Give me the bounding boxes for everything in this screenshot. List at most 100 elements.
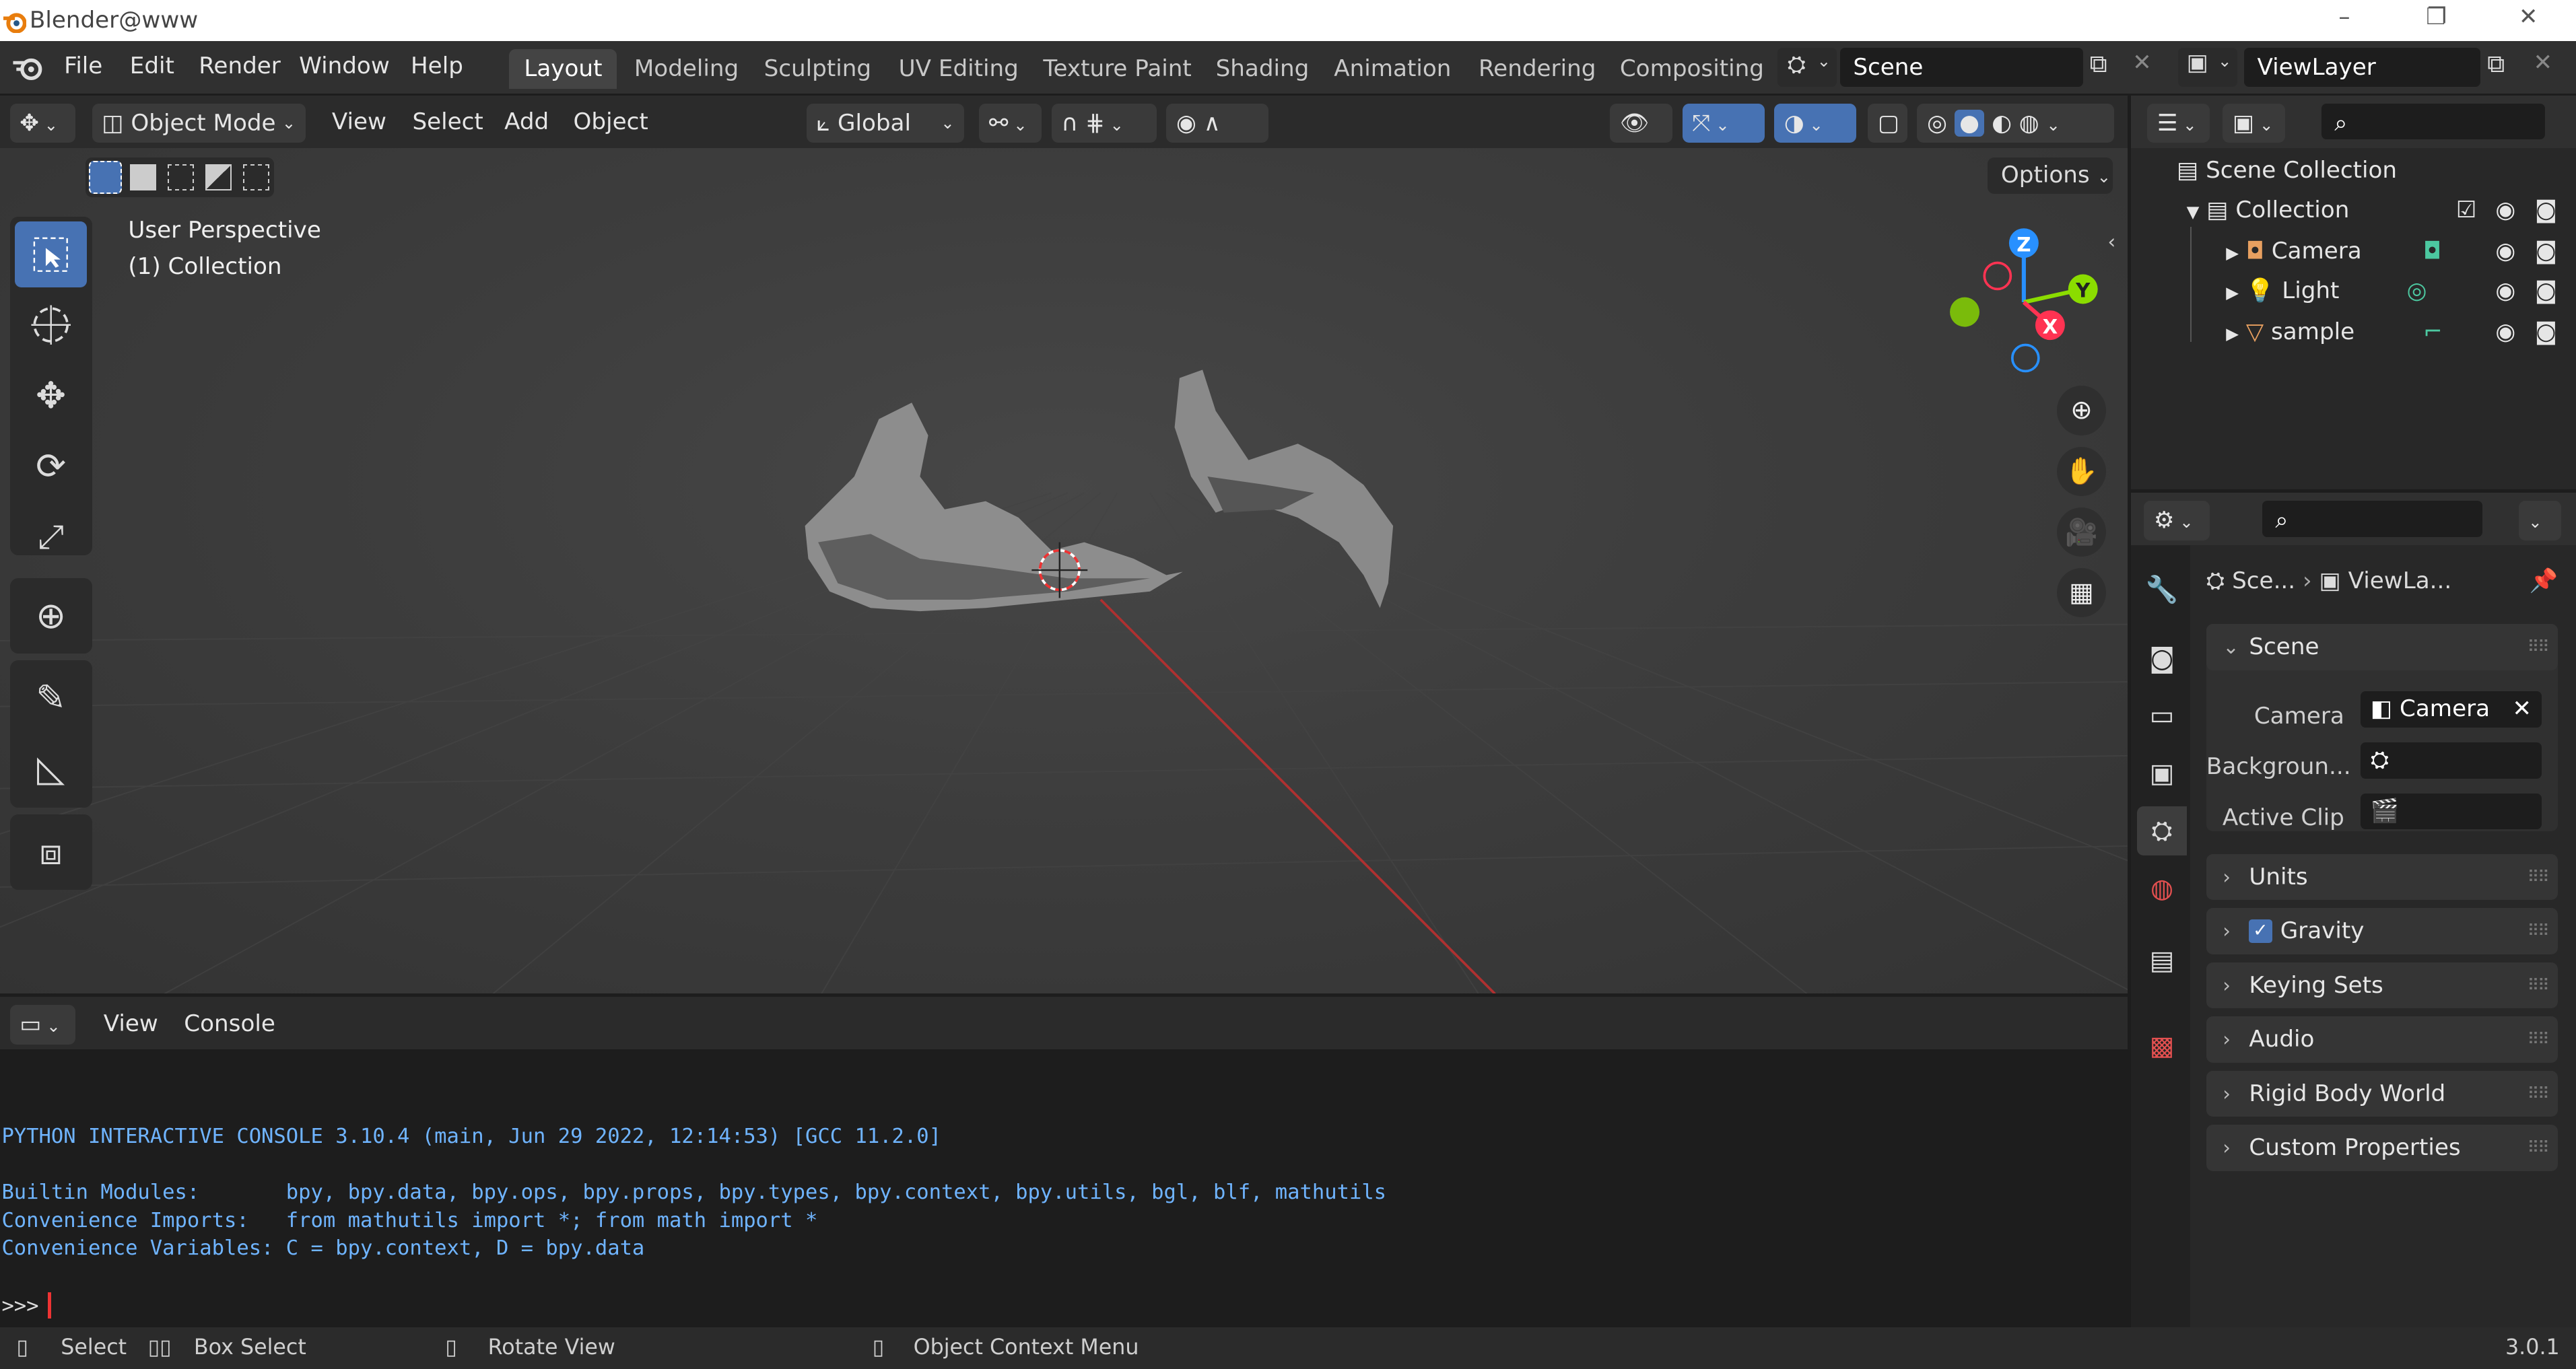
viewport-menu-view[interactable]: View bbox=[332, 108, 386, 135]
display-mode-button[interactable]: ▣ ⌄ bbox=[2223, 103, 2286, 143]
expand-right-icon[interactable]: ▶ bbox=[2226, 243, 2239, 262]
custom-properties-panel[interactable]: › Custom Properties ⠿⠿ bbox=[2206, 1125, 2558, 1171]
render-camera-icon[interactable]: ◙ bbox=[2535, 312, 2557, 352]
rendered-shading-icon[interactable]: ◍ bbox=[2019, 110, 2039, 137]
scene-panel-header[interactable]: ⌄ Scene ⠿⠿ bbox=[2206, 624, 2558, 670]
viewlayer-name-field[interactable]: ViewLayer bbox=[2244, 47, 2481, 87]
pin-icon[interactable]: 📌 bbox=[2530, 561, 2558, 601]
tab-modeling[interactable]: Modeling bbox=[619, 49, 753, 89]
console-prompt[interactable]: >>> bbox=[1, 1294, 50, 1318]
drag-grip-icon[interactable]: ⠿⠿ bbox=[2528, 1125, 2550, 1170]
properties-editor-type-button[interactable]: ⚙ ⌄ bbox=[2144, 501, 2210, 540]
shading-mode-buttons[interactable]: ◎ ● ◐ ◍ ⌄ bbox=[1917, 103, 2115, 143]
minimize-icon[interactable]: – bbox=[2326, 3, 2363, 30]
expand-right-icon[interactable]: ▶ bbox=[2226, 283, 2239, 302]
viewlayer-selector-button[interactable]: ▣ ⌄ bbox=[2178, 47, 2238, 87]
editor-type-button[interactable]: ✥ ⌄ bbox=[9, 103, 76, 143]
tab-world[interactable]: ◍ bbox=[2137, 864, 2186, 913]
drag-grip-icon[interactable]: ⠿⠿ bbox=[2528, 854, 2550, 900]
scene-name-field[interactable]: Scene bbox=[1839, 47, 2083, 87]
selection-mode-buttons[interactable] bbox=[85, 157, 275, 197]
console-menu-view[interactable]: View bbox=[104, 1010, 158, 1037]
overlays-toggle-button[interactable]: ◑ ⌄ bbox=[1774, 103, 1857, 143]
delete-viewlayer-icon[interactable]: ✕ bbox=[2533, 49, 2552, 76]
snap-button[interactable]: ∩ ⋕ ⌄ bbox=[1051, 103, 1157, 143]
tab-shading[interactable]: Shading bbox=[1201, 49, 1324, 89]
tab-view-layer[interactable]: ▣ bbox=[2137, 749, 2186, 798]
menu-edit[interactable]: Edit bbox=[130, 52, 174, 79]
options-dropdown[interactable]: Options ⌄ bbox=[1988, 157, 2113, 194]
tool-transform[interactable]: ⊕ bbox=[15, 583, 87, 649]
tool-rotate[interactable]: ⟳ bbox=[15, 433, 87, 499]
ortho-toggle-button[interactable]: ▦ bbox=[2056, 568, 2107, 618]
delete-scene-icon[interactable]: ✕ bbox=[2132, 49, 2152, 76]
tool-add-cube[interactable]: ⧈ bbox=[15, 820, 87, 886]
eye-icon[interactable]: ◉ bbox=[2495, 190, 2515, 230]
select-intersect-icon[interactable] bbox=[243, 164, 270, 190]
tab-texture[interactable]: ▩ bbox=[2137, 1022, 2186, 1071]
tool-move[interactable]: ✥ bbox=[15, 363, 87, 429]
outliner-search-input[interactable]: ⌕ bbox=[2321, 103, 2545, 140]
render-camera-icon[interactable]: ◙ bbox=[2535, 190, 2557, 230]
camera-prop-field[interactable]: ◧ Camera ✕ bbox=[2361, 691, 2542, 728]
keying-sets-panel[interactable]: › Keying Sets ⠿⠿ bbox=[2206, 962, 2558, 1009]
menu-help[interactable]: Help bbox=[411, 52, 463, 79]
gravity-checkbox[interactable]: ✓ bbox=[2249, 919, 2272, 943]
render-camera-icon[interactable]: ◙ bbox=[2535, 232, 2557, 271]
material-shading-icon[interactable]: ◐ bbox=[1992, 110, 2012, 137]
tab-layout[interactable]: Layout bbox=[509, 49, 617, 89]
tab-animation[interactable]: Animation bbox=[1319, 49, 1466, 89]
background-prop-field[interactable]: ⛭ bbox=[2361, 742, 2542, 779]
tab-uv-editing[interactable]: UV Editing bbox=[884, 49, 1033, 89]
console-editor-type-button[interactable]: ▭ ⌄ bbox=[9, 1005, 76, 1045]
console-menu-console[interactable]: Console bbox=[184, 1010, 275, 1037]
visibility-button[interactable]: 👁 bbox=[1610, 103, 1672, 143]
audio-panel[interactable]: › Audio ⠿⠿ bbox=[2206, 1016, 2558, 1063]
outliner-editor-type-button[interactable]: ☰ ⌄ bbox=[2147, 103, 2210, 143]
zoom-button[interactable]: ⊕ bbox=[2056, 386, 2107, 435]
scene-selector-button[interactable]: ⛭ ⌄ bbox=[1777, 47, 1837, 87]
rigid-body-world-panel[interactable]: › Rigid Body World ⠿⠿ bbox=[2206, 1070, 2558, 1117]
render-camera-icon[interactable]: ◙ bbox=[2535, 271, 2557, 311]
tab-scene[interactable]: ⛭ bbox=[2137, 806, 2187, 856]
outliner-row-collection[interactable]: ▼ ▤ Collection ☑ ◉ ◙ bbox=[2187, 190, 2565, 230]
outliner-row-camera[interactable]: ▶ ◘ Camera ◘ ◉ ◙ bbox=[2226, 232, 2565, 271]
3d-viewport[interactable]: Options ⌄ User Perspective (1) Collectio… bbox=[0, 147, 2128, 994]
properties-search-input[interactable]: ⌕ bbox=[2262, 501, 2482, 537]
eye-icon[interactable]: ◉ bbox=[2495, 312, 2515, 352]
viewport-menu-object[interactable]: Object bbox=[574, 108, 648, 135]
checkbox-icon[interactable]: ☑ bbox=[2456, 190, 2477, 230]
active-clip-prop-field[interactable]: 🎬 bbox=[2361, 793, 2542, 830]
select-extend-icon[interactable] bbox=[129, 164, 156, 190]
tab-texture-paint[interactable]: Texture Paint bbox=[1028, 49, 1206, 89]
drag-grip-icon[interactable]: ⠿⠿ bbox=[2528, 1071, 2550, 1117]
sidebar-toggle-icon[interactable]: ‹ bbox=[2108, 230, 2116, 253]
tab-tool[interactable]: 🔧 bbox=[2137, 565, 2186, 614]
tab-render[interactable]: ◙ bbox=[2137, 634, 2186, 683]
gravity-panel[interactable]: › ✓ Gravity ⠿⠿ bbox=[2206, 908, 2558, 954]
tab-rendering[interactable]: Rendering bbox=[1464, 49, 1611, 89]
tab-compositing[interactable]: Compositing bbox=[1605, 49, 1779, 89]
pan-button[interactable]: ✋ bbox=[2056, 446, 2107, 496]
drag-grip-icon[interactable]: ⠿⠿ bbox=[2528, 962, 2550, 1008]
restore-icon[interactable]: ❐ bbox=[2418, 3, 2455, 30]
select-invert-icon[interactable] bbox=[205, 164, 232, 190]
tool-cursor[interactable] bbox=[15, 292, 87, 358]
menu-window[interactable]: Window bbox=[299, 52, 390, 79]
viewport-menu-add[interactable]: Add bbox=[504, 108, 549, 135]
transform-orientation-dropdown[interactable]: ⟀ Global ⌄ bbox=[807, 103, 965, 143]
proportional-edit-button[interactable]: ◉ ∧ bbox=[1166, 103, 1268, 143]
camera-view-button[interactable]: 🎥 bbox=[2056, 507, 2107, 557]
pivot-point-button[interactable]: ⚯ ⌄ bbox=[979, 103, 1042, 143]
new-scene-icon[interactable]: ⧉ bbox=[2090, 49, 2107, 79]
eye-icon[interactable]: ◉ bbox=[2495, 232, 2515, 271]
menu-file[interactable]: File bbox=[64, 52, 102, 79]
tool-scale[interactable]: ⤢ bbox=[15, 504, 87, 570]
navigation-gizmo[interactable]: Z Y X bbox=[1938, 220, 2109, 384]
eye-icon[interactable]: ◉ bbox=[2495, 271, 2515, 311]
tool-measure[interactable]: ◺ bbox=[15, 736, 87, 802]
solid-shading-icon[interactable]: ● bbox=[1954, 109, 1985, 137]
drag-grip-icon[interactable]: ⠿⠿ bbox=[2528, 908, 2550, 954]
drag-grip-icon[interactable]: ⠿⠿ bbox=[2528, 1016, 2550, 1062]
gizmo-toggle-button[interactable]: ⤧ ⌄ bbox=[1682, 103, 1765, 143]
